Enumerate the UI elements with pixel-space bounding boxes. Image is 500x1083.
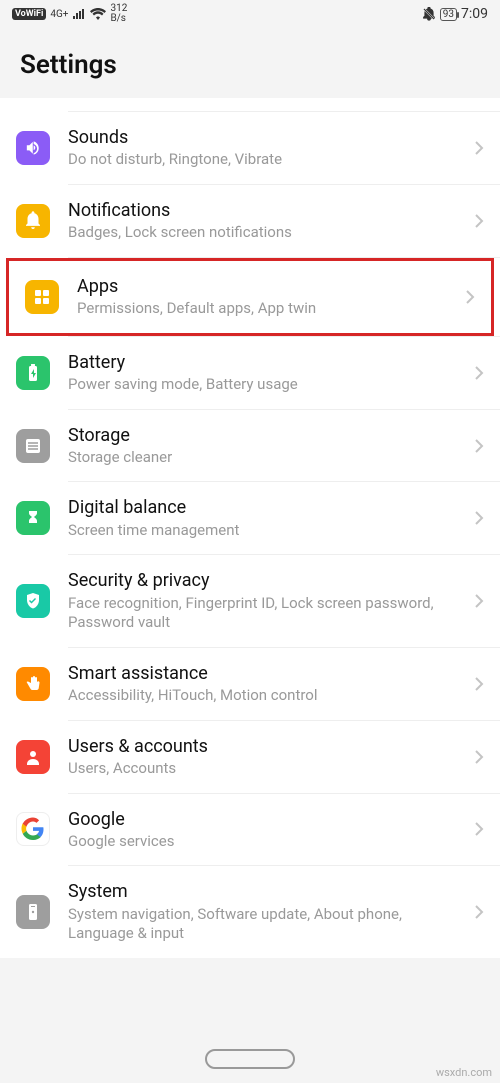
row-notifications[interactable]: Notifications Badges, Lock screen notifi… [0, 185, 500, 257]
row-users-accounts[interactable]: Users & accounts Users, Accounts [0, 721, 500, 793]
status-left: VoWiFi 4G+ 312 B/s [12, 4, 127, 24]
wifi-icon [90, 8, 106, 20]
row-title: Digital balance [68, 496, 468, 519]
system-icon [16, 895, 50, 929]
row-subtitle: Users, Accounts [68, 759, 468, 779]
shield-icon [16, 584, 50, 618]
watermark: wsxdn.com [436, 1066, 492, 1079]
page-title: Settings [20, 50, 480, 80]
row-body: Apps Permissions, Default apps, App twin [77, 275, 459, 319]
chevron-right-icon [474, 365, 484, 381]
row-subtitle: Face recognition, Fingerprint ID, Lock s… [68, 594, 468, 633]
row-title: Notifications [68, 199, 468, 222]
chevron-right-icon [474, 510, 484, 526]
row-body: Smart assistance Accessibility, HiTouch,… [68, 662, 468, 706]
signal-icon [72, 8, 86, 20]
row-subtitle: Storage cleaner [68, 448, 468, 468]
row-apps[interactable]: Apps Permissions, Default apps, App twin [9, 261, 491, 333]
row-title: Apps [77, 275, 459, 298]
chevron-right-icon [474, 140, 484, 156]
chevron-right-icon [474, 749, 484, 765]
chevron-right-icon [474, 438, 484, 454]
clock: 7:09 [461, 6, 488, 22]
dnd-icon [422, 7, 436, 21]
row-body: Google Google services [68, 808, 468, 852]
chevron-right-icon [465, 289, 475, 305]
row-subtitle: Google services [68, 832, 468, 852]
partial-row-above [68, 98, 500, 112]
row-body: Digital balance Screen time management [68, 496, 468, 540]
row-title: Storage [68, 424, 468, 447]
row-body: Security & privacy Face recognition, Fin… [68, 569, 468, 632]
row-title: Battery [68, 351, 468, 374]
row-body: System System navigation, Software updat… [68, 880, 468, 943]
row-body: Notifications Badges, Lock screen notifi… [68, 199, 468, 243]
highlight-apps: Apps Permissions, Default apps, App twin [6, 258, 494, 336]
row-subtitle: System navigation, Software update, Abou… [68, 905, 468, 944]
row-body: Users & accounts Users, Accounts [68, 735, 468, 779]
status-bar: VoWiFi 4G+ 312 B/s 93 7:09 [0, 0, 500, 28]
row-title: System [68, 880, 468, 903]
row-title: Sounds [68, 126, 468, 149]
row-subtitle: Screen time management [68, 521, 468, 541]
chevron-right-icon [474, 213, 484, 229]
row-system[interactable]: System System navigation, Software updat… [0, 866, 500, 957]
vowifi-badge: VoWiFi [12, 8, 46, 20]
hand-icon [16, 667, 50, 701]
row-battery[interactable]: Battery Power saving mode, Battery usage [0, 337, 500, 409]
nav-pill[interactable] [205, 1049, 295, 1069]
status-right: 93 7:09 [422, 6, 488, 22]
net-speed: 312 B/s [110, 4, 127, 24]
settings-list: Sounds Do not disturb, Ringtone, Vibrate… [0, 98, 500, 958]
row-subtitle: Permissions, Default apps, App twin [77, 299, 459, 319]
chevron-right-icon [474, 676, 484, 692]
row-title: Smart assistance [68, 662, 468, 685]
sounds-icon [16, 131, 50, 165]
hourglass-icon [16, 501, 50, 535]
row-subtitle: Badges, Lock screen notifications [68, 223, 468, 243]
row-title: Google [68, 808, 468, 831]
row-subtitle: Do not disturb, Ringtone, Vibrate [68, 150, 468, 170]
row-body: Battery Power saving mode, Battery usage [68, 351, 468, 395]
row-title: Security & privacy [68, 569, 468, 592]
chevron-right-icon [474, 593, 484, 609]
notifications-icon [16, 204, 50, 238]
row-storage[interactable]: Storage Storage cleaner [0, 410, 500, 482]
row-google[interactable]: Google Google services [0, 794, 500, 866]
row-body: Sounds Do not disturb, Ringtone, Vibrate [68, 126, 468, 170]
row-security[interactable]: Security & privacy Face recognition, Fin… [0, 555, 500, 646]
row-digital-balance[interactable]: Digital balance Screen time management [0, 482, 500, 554]
battery-indicator: 93 [440, 8, 457, 21]
row-subtitle: Power saving mode, Battery usage [68, 375, 468, 395]
header: Settings [0, 28, 500, 98]
person-icon [16, 740, 50, 774]
battery-icon [16, 356, 50, 390]
google-icon [16, 812, 50, 846]
row-title: Users & accounts [68, 735, 468, 758]
row-smart-assistance[interactable]: Smart assistance Accessibility, HiTouch,… [0, 648, 500, 720]
row-sounds[interactable]: Sounds Do not disturb, Ringtone, Vibrate [0, 112, 500, 184]
row-body: Storage Storage cleaner [68, 424, 468, 468]
row-subtitle: Accessibility, HiTouch, Motion control [68, 686, 468, 706]
network-type: 4G+ [50, 9, 68, 20]
chevron-right-icon [474, 904, 484, 920]
storage-icon [16, 429, 50, 463]
chevron-right-icon [474, 821, 484, 837]
apps-icon [25, 280, 59, 314]
